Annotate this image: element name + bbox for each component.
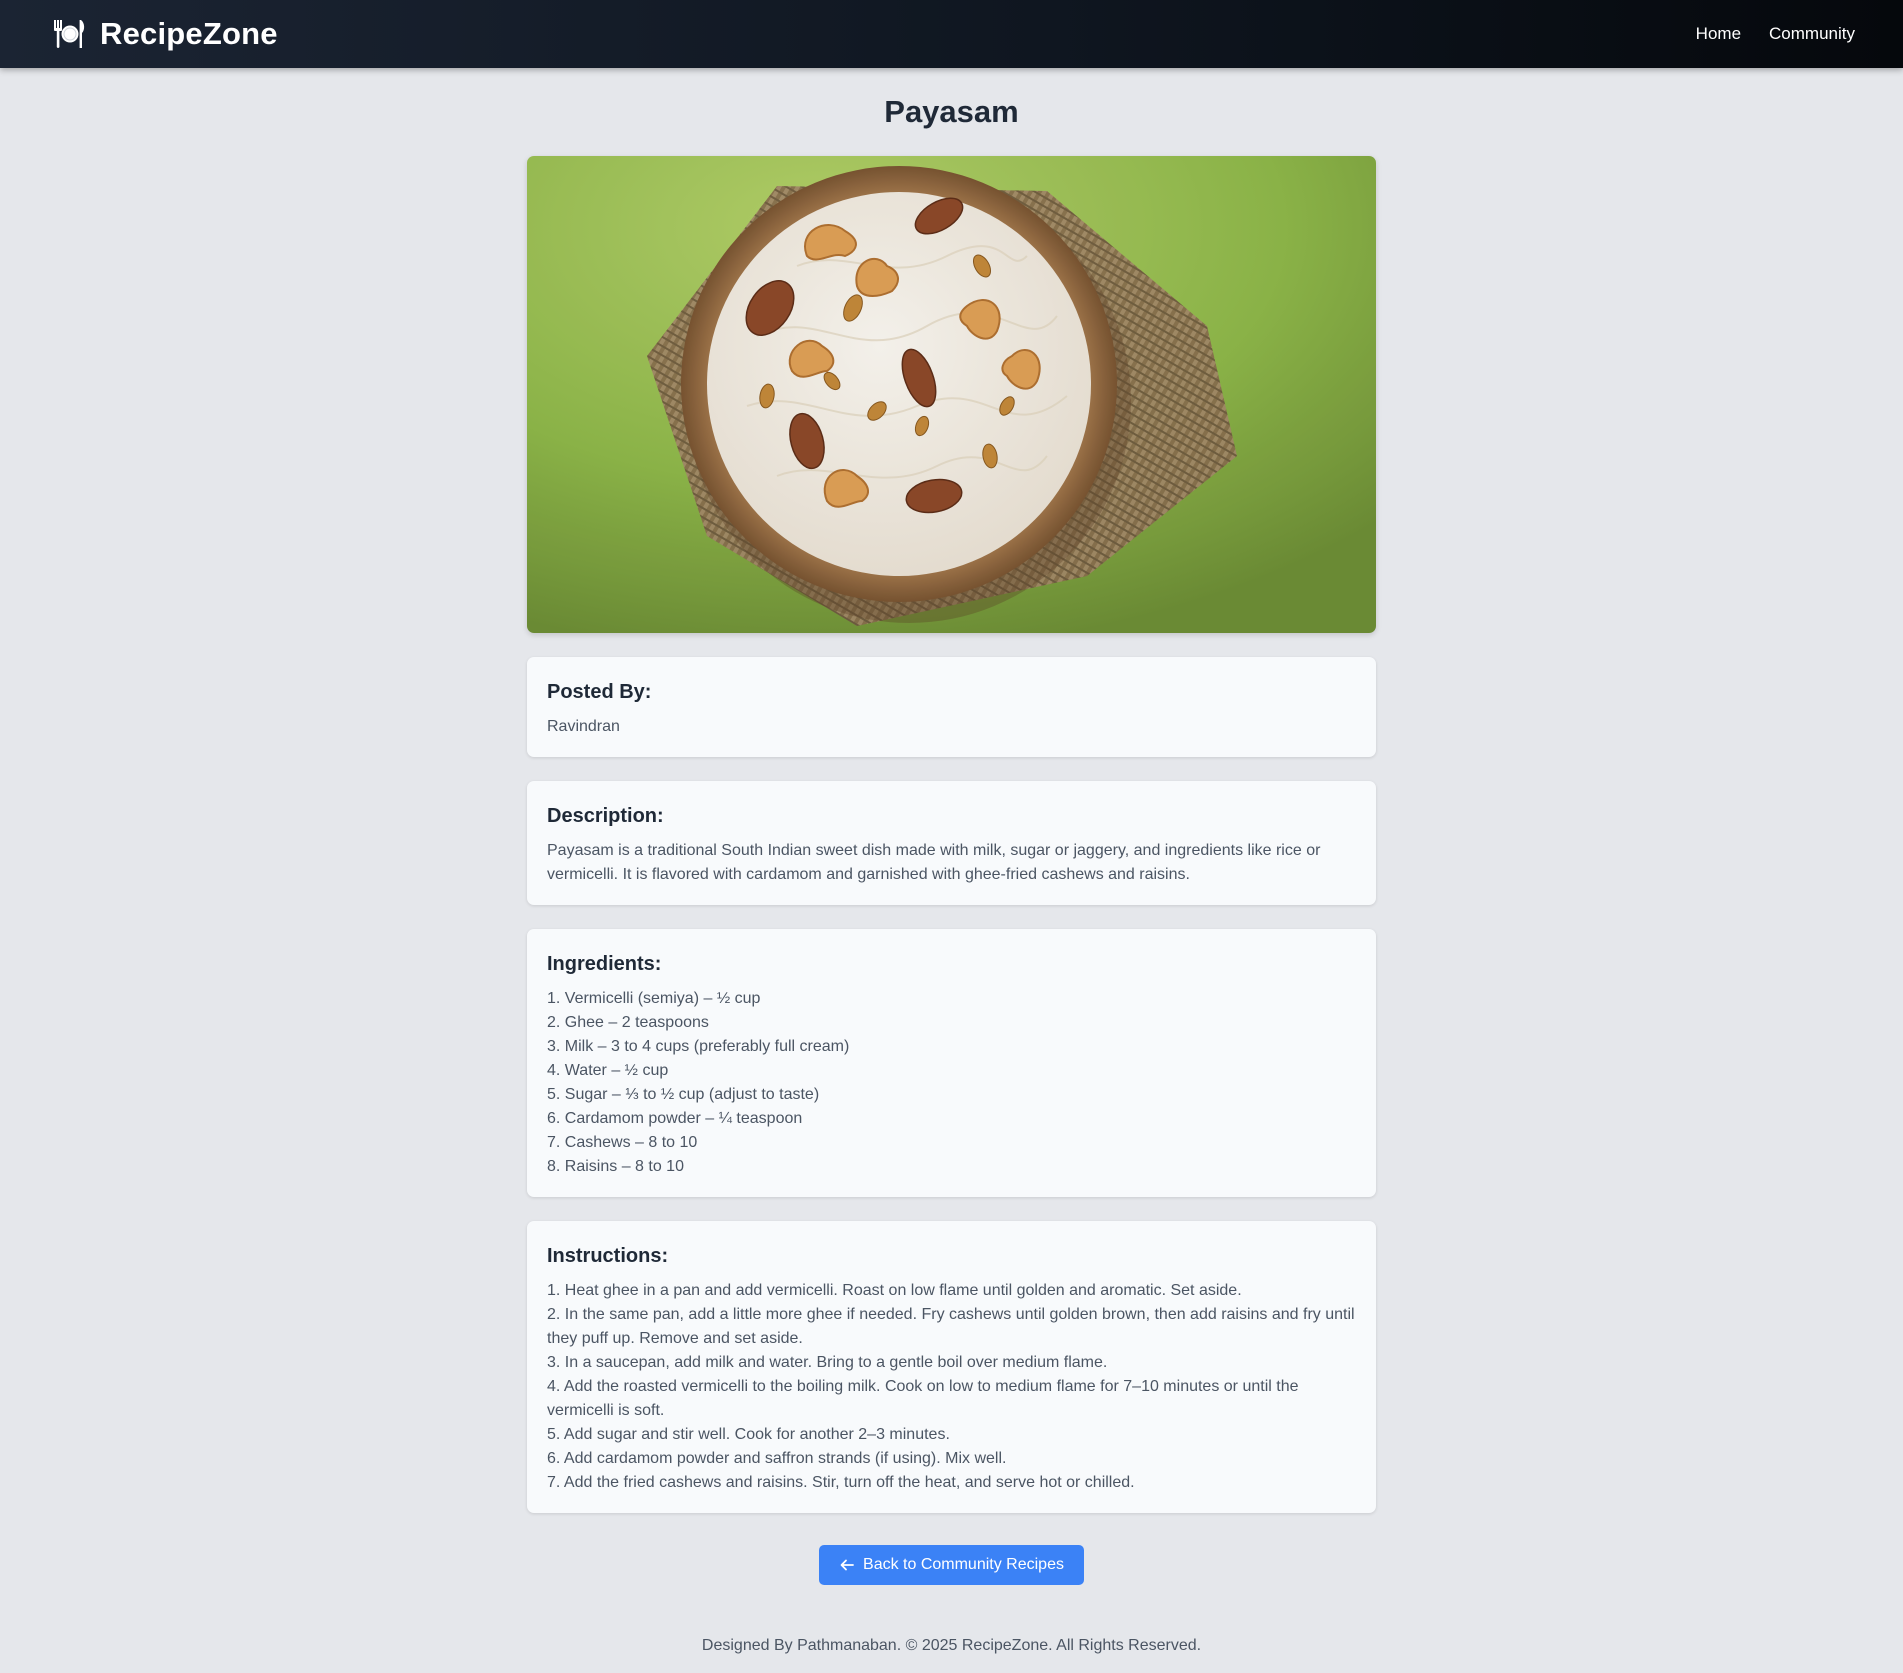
back-to-community-button[interactable]: Back to Community Recipes — [819, 1545, 1084, 1585]
instruction-step: 1. Heat ghee in a pan and add vermicelli… — [547, 1282, 1242, 1299]
brand-name: RecipeZone — [100, 16, 278, 51]
instruction-step: 6. Add cardamom powder and saffron stran… — [547, 1450, 1007, 1467]
ingredient-item: 5. Sugar – ⅓ to ½ cup (adjust to taste) — [547, 1086, 820, 1103]
ingredients-list: 1. Vermicelli (semiya) – ½ cup 2. Ghee –… — [547, 987, 1356, 1179]
ingredient-item: 4. Water – ½ cup — [547, 1062, 669, 1079]
instruction-step: 2. In the same pan, add a little more gh… — [547, 1306, 1355, 1347]
instructions-card: Instructions: 1. Heat ghee in a pan and … — [527, 1221, 1376, 1513]
description-heading: Description: — [547, 805, 664, 827]
instruction-step: 3. In a saucepan, add milk and water. Br… — [547, 1354, 1108, 1371]
recipe-container: Posted By: Ravindran Description: Payasa… — [527, 156, 1376, 1585]
brand[interactable]: RecipeZone — [52, 16, 278, 52]
back-button-wrap: Back to Community Recipes — [527, 1545, 1376, 1585]
ingredient-item: 3. Milk – 3 to 4 cups (preferably full c… — [547, 1038, 850, 1055]
ingredients-card: Ingredients: 1. Vermicelli (semiya) – ½ … — [527, 929, 1376, 1197]
plate-fork-knife-icon — [54, 20, 85, 48]
nav-link-community[interactable]: Community — [1769, 24, 1855, 44]
ingredient-item: 2. Ghee – 2 teaspoons — [547, 1014, 709, 1031]
arrow-left-icon — [840, 1559, 854, 1571]
ingredient-item: 7. Cashews – 8 to 10 — [547, 1134, 698, 1151]
instructions-list: 1. Heat ghee in a pan and add vermicelli… — [547, 1279, 1356, 1495]
posted-by-card: Posted By: Ravindran — [527, 657, 1376, 757]
description-card: Description: Payasam is a traditional So… — [527, 781, 1376, 905]
back-button-label: Back to Community Recipes — [863, 1556, 1064, 1573]
posted-by-name: Ravindran — [547, 718, 620, 735]
recipe-image — [527, 156, 1376, 633]
payasam-photo — [527, 156, 1376, 633]
ingredients-heading: Ingredients: — [547, 953, 662, 975]
instruction-step: 7. Add the fried cashews and raisins. St… — [547, 1474, 1135, 1491]
nav-links: Home Community — [1696, 24, 1855, 44]
nav-link-home[interactable]: Home — [1696, 24, 1741, 44]
recipe-title: Payasam — [884, 94, 1019, 129]
navbar: RecipeZone Home Community — [0, 0, 1903, 68]
ingredient-item: 1. Vermicelli (semiya) – ½ cup — [547, 990, 761, 1007]
ingredient-item: 8. Raisins – 8 to 10 — [547, 1158, 684, 1175]
instructions-heading: Instructions: — [547, 1245, 669, 1267]
instruction-step: 4. Add the roasted vermicelli to the boi… — [547, 1378, 1299, 1419]
instruction-step: 5. Add sugar and stir well. Cook for ano… — [547, 1426, 950, 1443]
footer-text: Designed By Pathmanaban. © 2025 RecipeZo… — [701, 1637, 1202, 1654]
posted-by-heading: Posted By: — [547, 681, 652, 703]
footer: Designed By Pathmanaban. © 2025 RecipeZo… — [0, 1637, 1903, 1655]
description-text: Payasam is a traditional South Indian sw… — [547, 842, 1321, 883]
ingredient-item: 6. Cardamom powder – ¼ teaspoon — [547, 1110, 803, 1127]
